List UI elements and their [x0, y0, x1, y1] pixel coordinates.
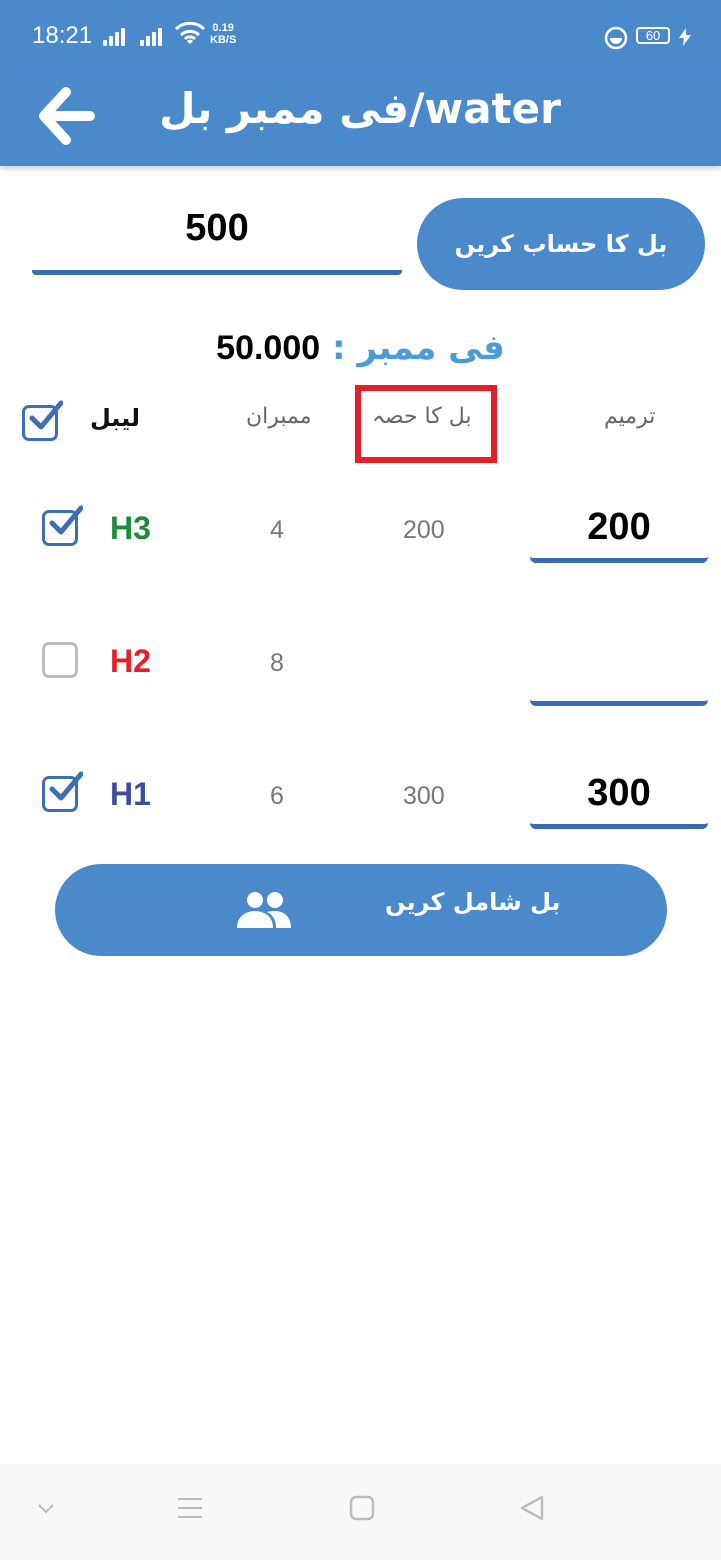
wifi-icon — [175, 22, 205, 44]
per-member-summary: 50.000 : فی ممبر — [0, 328, 721, 368]
row-adjustment-field[interactable]: 200 — [530, 500, 708, 563]
back-icon[interactable] — [518, 1494, 546, 1522]
row-label: H1 — [110, 776, 151, 812]
row-share: 300 — [403, 782, 445, 810]
battery-icon: 60 — [636, 27, 670, 44]
menu-icon[interactable] — [176, 1494, 204, 1522]
row-label: H2 — [110, 643, 151, 679]
row-adjustment-field[interactable] — [530, 643, 708, 706]
highlight-box — [355, 385, 497, 463]
row-members: 4 — [270, 516, 284, 544]
calculate-bill-button[interactable]: بل کا حساب کریں — [417, 198, 705, 290]
row-checkbox[interactable] — [42, 771, 83, 812]
row-checkbox[interactable] — [42, 505, 83, 546]
header-label: لیبل — [90, 404, 141, 432]
home-icon[interactable] — [348, 1494, 376, 1522]
add-bill-button[interactable]: بل شامل کریں — [55, 864, 667, 956]
row-members: 6 — [270, 782, 284, 810]
back-arrow-icon[interactable] — [38, 86, 98, 146]
net-speed: 0.19 KB/S — [210, 22, 236, 46]
per-member-value: 50.000 — [216, 329, 321, 367]
status-bar: 18:21 0.19 KB/S 60 — [0, 0, 721, 70]
charging-icon — [679, 28, 691, 46]
header-members: ممبران — [246, 404, 312, 429]
data-saver-icon — [604, 26, 628, 50]
group-icon — [237, 892, 291, 928]
page-title: فی ممبر بل/water — [159, 84, 561, 133]
row-checkbox[interactable] — [42, 642, 78, 678]
row-members: 8 — [270, 649, 284, 677]
bill-total-field[interactable]: 500 — [32, 198, 402, 275]
app-bar: فی ممبر بل/water — [0, 70, 721, 166]
chevron-down-icon[interactable] — [36, 1502, 56, 1516]
row-label: H3 — [110, 510, 151, 546]
system-nav-bar — [0, 1464, 721, 1560]
header-adjustment: ترمیم — [604, 404, 656, 429]
select-all-checkbox[interactable] — [22, 400, 63, 441]
status-time: 18:21 — [32, 22, 93, 49]
net-speed-unit: KB/S — [210, 34, 237, 46]
add-bill-button-label: بل شامل کریں — [385, 888, 561, 916]
per-member-colon: : — [332, 328, 346, 368]
row-share: 200 — [403, 516, 445, 544]
row-adjustment-field[interactable]: 300 — [530, 766, 708, 829]
net-speed-value: 0.19 — [212, 22, 234, 34]
per-member-label: فی ممبر — [357, 328, 505, 368]
